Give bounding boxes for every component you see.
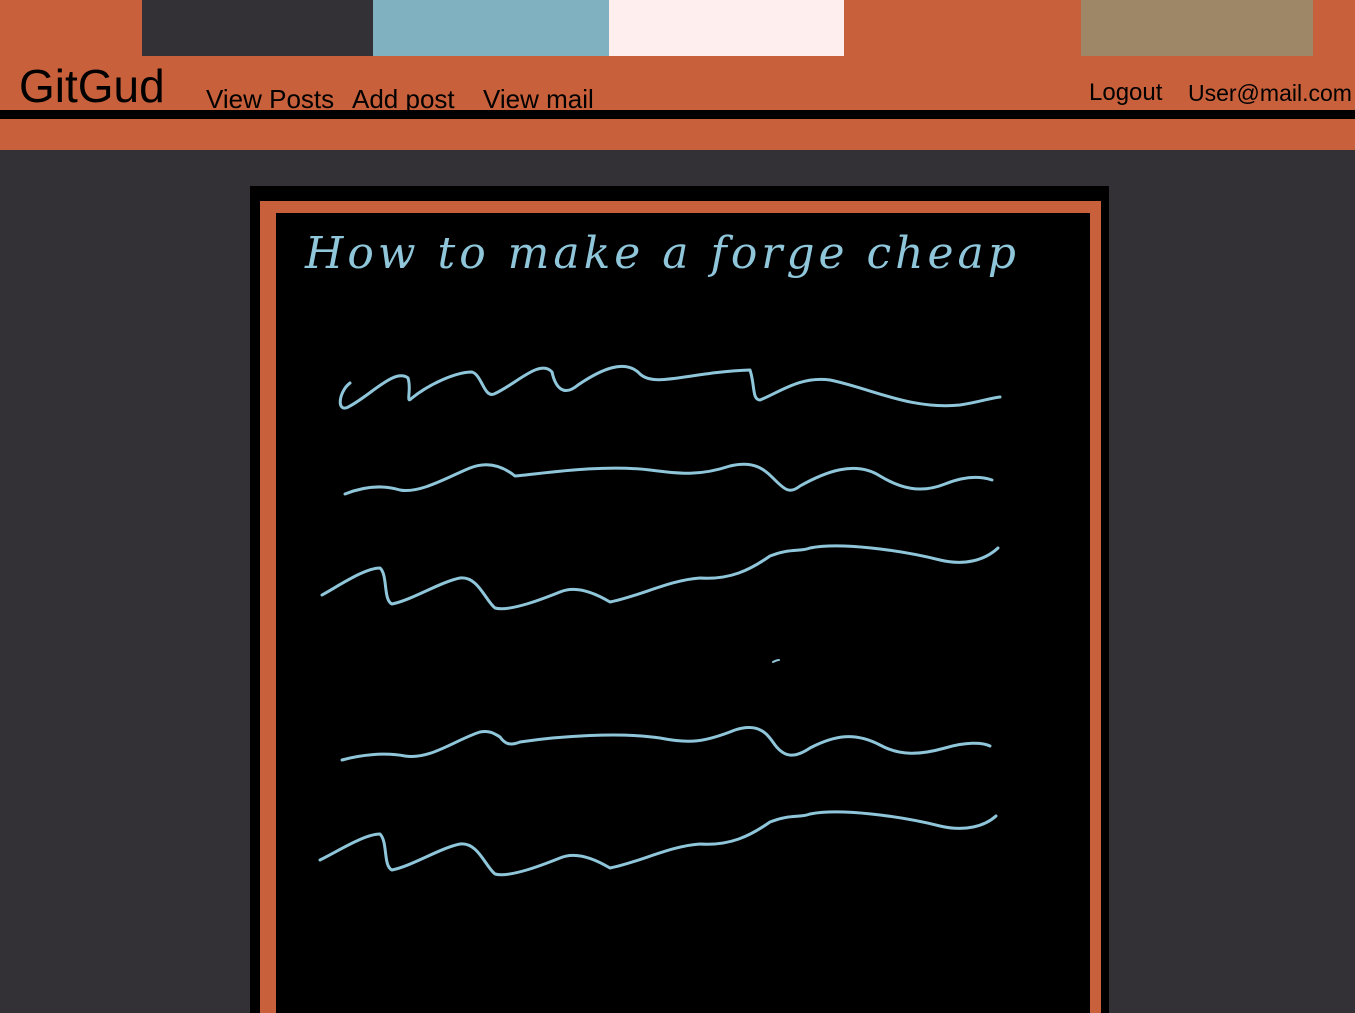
page: GitGud View Posts Add post View mail Log… <box>0 0 1355 1013</box>
scribble-line <box>343 462 994 496</box>
scribble-line <box>772 659 780 663</box>
scribble-line <box>320 544 1000 611</box>
post-body-scribbles <box>318 364 1002 877</box>
scribble-line <box>338 364 1002 410</box>
scribble-line <box>318 810 998 877</box>
scribble-line <box>340 726 992 762</box>
